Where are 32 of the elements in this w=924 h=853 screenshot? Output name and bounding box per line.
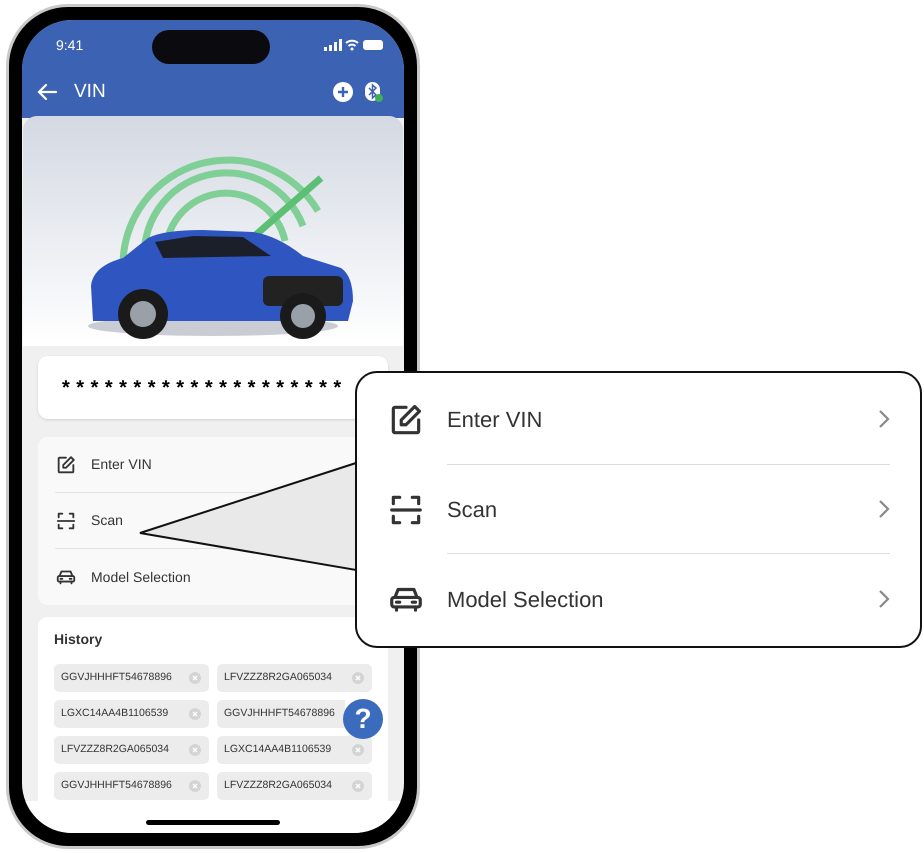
history-chip[interactable]: GGVJHHHFT54678896: [54, 664, 209, 692]
vin-value: ********************: [62, 376, 348, 400]
callout-menu-item[interactable]: Model Selection: [387, 554, 890, 644]
close-icon[interactable]: [189, 780, 201, 792]
vin-field[interactable]: ********************: [38, 356, 388, 419]
callout-menu-item[interactable]: Enter VIN: [387, 375, 890, 465]
chevron-icon: [878, 409, 890, 430]
history-chip[interactable]: LFVZZZ8R2GA065034: [217, 772, 372, 800]
status-time: 9:41: [56, 36, 84, 54]
callout-menu-item[interactable]: Scan: [387, 464, 890, 554]
history-chip[interactable]: GGVJHHHFT54678896: [217, 700, 345, 728]
bluetooth-icon[interactable]: [364, 81, 384, 103]
add-icon[interactable]: [333, 82, 353, 102]
edit-icon: [55, 454, 77, 476]
chevron-icon: [878, 589, 890, 610]
history-chip[interactable]: GGVJHHHFT54678896: [54, 772, 209, 800]
history-chip[interactable]: LGXC14AA4B1106539: [54, 700, 209, 728]
history-chip[interactable]: LGXC14AA4B1106539: [217, 736, 372, 764]
chevron-icon: [878, 499, 890, 519]
close-icon[interactable]: [352, 780, 364, 792]
close-icon[interactable]: [189, 672, 201, 684]
history-chip[interactable]: LFVZZZ8R2GA065034: [54, 736, 209, 764]
close-icon[interactable]: [352, 672, 364, 684]
history-title: History: [54, 630, 104, 649]
help-button[interactable]: ?: [343, 699, 383, 739]
close-icon[interactable]: [189, 744, 201, 756]
status-icons: [324, 39, 384, 51]
header-title: VIN: [74, 80, 107, 104]
history-chip[interactable]: LFVZZZ8R2GA065034: [217, 664, 372, 692]
close-icon[interactable]: [352, 744, 364, 756]
back-arrow-icon[interactable]: [36, 83, 58, 101]
close-icon[interactable]: [189, 708, 201, 720]
